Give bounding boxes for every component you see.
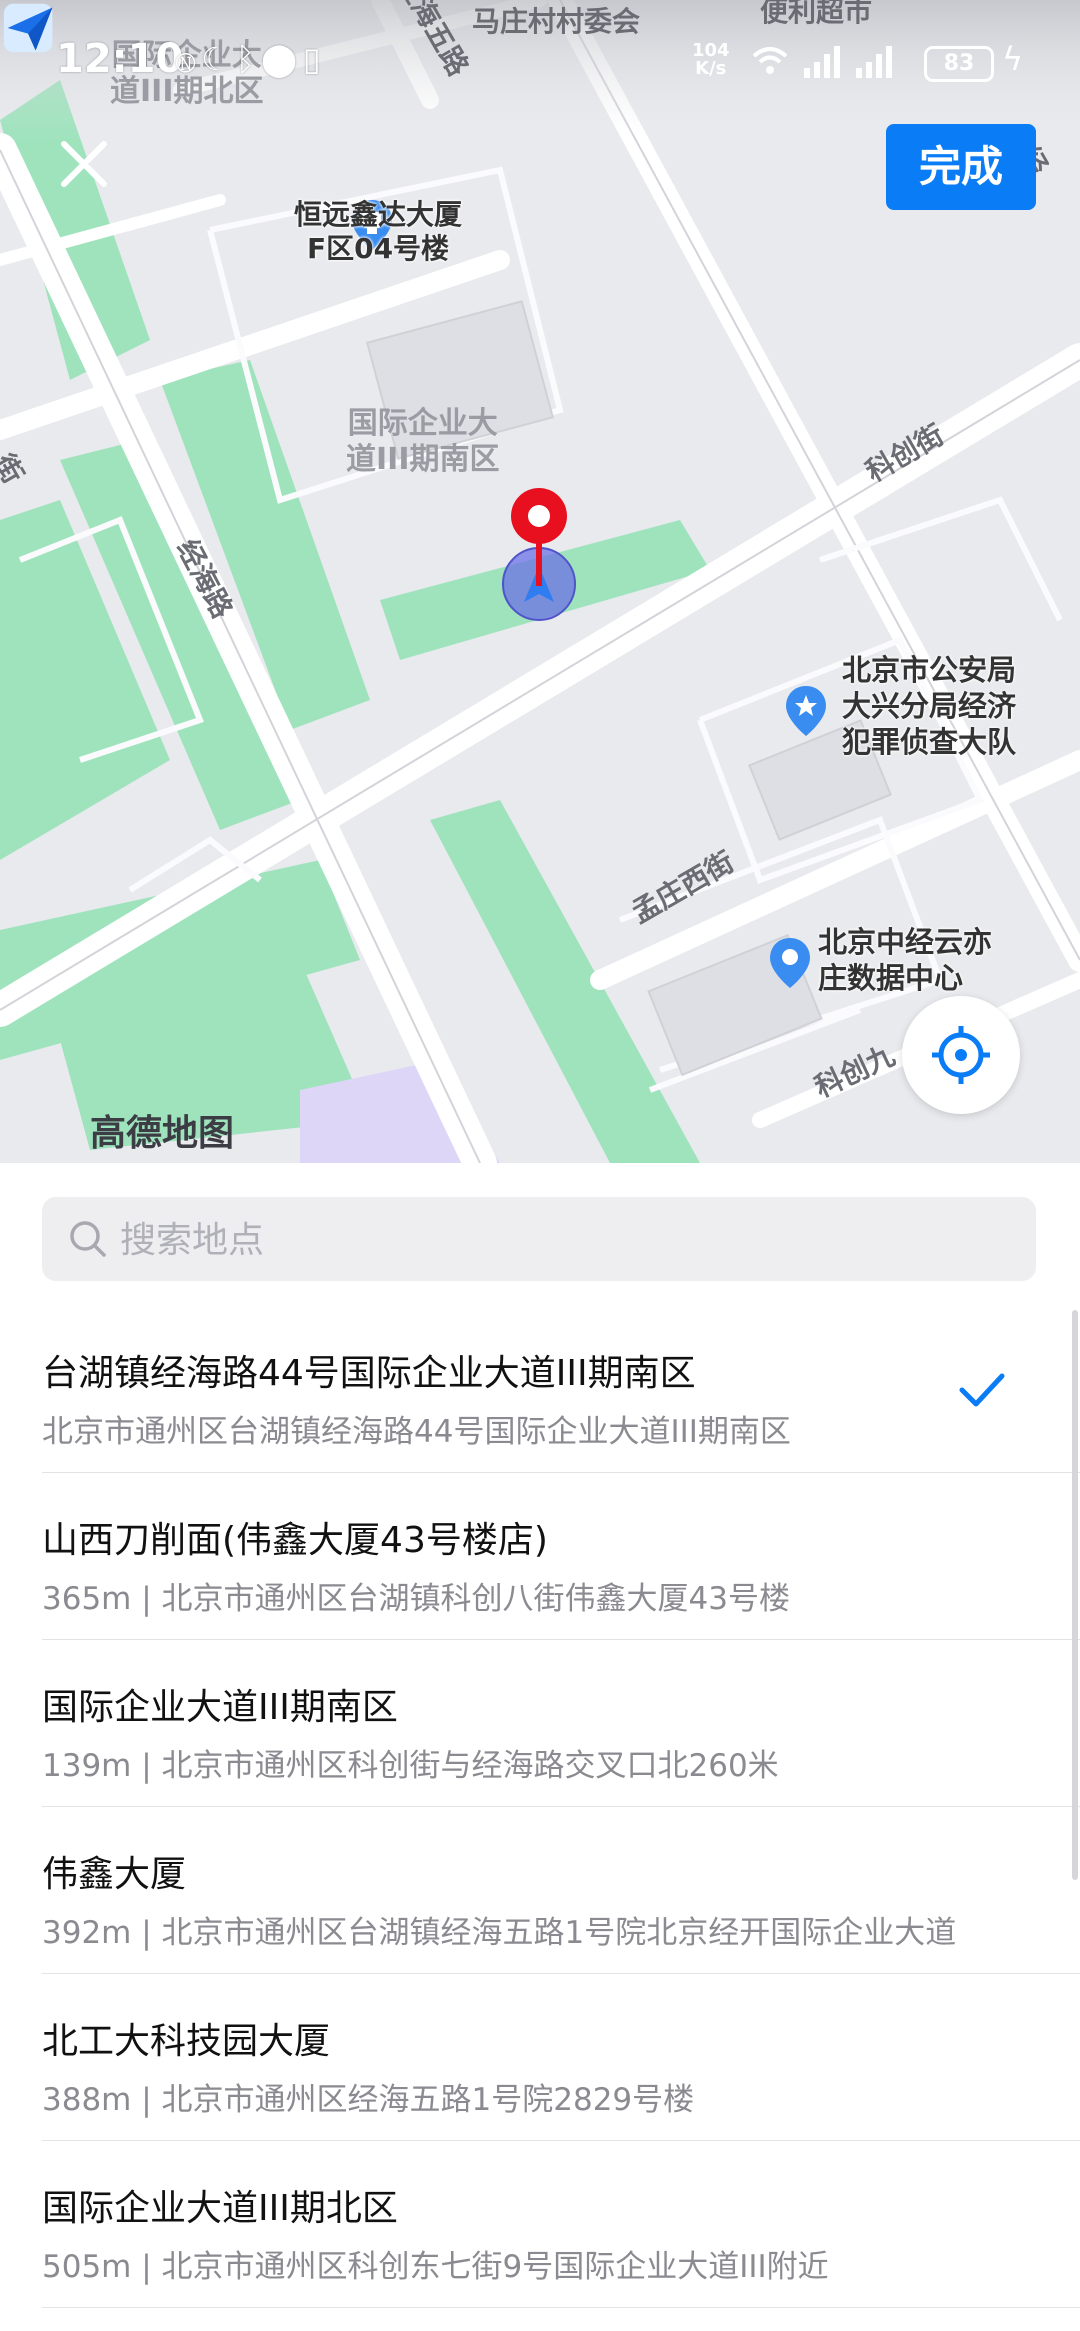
search-icon bbox=[70, 1221, 106, 1257]
location-pin-icon bbox=[770, 938, 810, 988]
checkmark-icon bbox=[959, 1373, 1005, 1407]
search-input[interactable] bbox=[118, 1197, 1002, 1283]
status-bar: 12:10 Ⓝ☾ᛒ⬤▯ 104 K/s 83 ϟ bbox=[0, 0, 1080, 120]
network-speed-unit: K/s bbox=[695, 58, 727, 79]
list-item[interactable]: 山西刀削面(伟鑫大厦43号楼店) 365m | 北京市通州区台湖镇科创八街伟鑫大… bbox=[42, 1473, 1080, 1640]
status-time: 12:10 bbox=[56, 36, 184, 82]
list-item-title: 北工大科技园大厦 bbox=[42, 2021, 331, 2062]
list-item[interactable]: 台湖镇经海路44号国际企业大道III期南区 北京市通州区台湖镇经海路44号国际企… bbox=[42, 1306, 1080, 1473]
list-item-title: 国际企业大道III期南区 bbox=[42, 1687, 398, 1728]
list-item-subtitle: 388m | 北京市通州区经海五路1号院2829号楼 bbox=[42, 2082, 695, 2118]
bluetooth-icon: ᛒ bbox=[235, 40, 262, 78]
list-item-subtitle: 505m | 北京市通州区科创东七街9号国际企业大道III附近 bbox=[42, 2249, 829, 2285]
crosshair-icon bbox=[932, 1026, 990, 1084]
battery-indicator: 83 bbox=[924, 46, 994, 82]
status-left-icons: Ⓝ☾ᛒ⬤▯ bbox=[176, 40, 327, 78]
selected-location-pin-icon bbox=[502, 488, 576, 621]
list-item-subtitle: 392m | 北京市通州区台湖镇经海五路1号院北京经开国际企业大道 bbox=[42, 1915, 957, 1951]
done-button[interactable]: 完成 bbox=[886, 124, 1036, 210]
list-item[interactable]: 国际企业大道III期北区 505m | 北京市通州区科创东七街9号国际企业大道I… bbox=[42, 2141, 1080, 2308]
poi-police-label: 北京市公安局 大兴分局经济 犯罪侦查大队 bbox=[842, 653, 1017, 759]
signal-icons bbox=[752, 46, 892, 78]
area-label-south: 国际企业大 道III期南区 bbox=[346, 406, 500, 477]
vibrate-icon: ▯ bbox=[302, 40, 327, 78]
list-item-subtitle: 365m | 北京市通州区台湖镇科创八街伟鑫大厦43号楼 bbox=[42, 1581, 790, 1617]
close-icon bbox=[61, 141, 107, 187]
nfc-icon: Ⓝ bbox=[176, 40, 202, 78]
list-item-title: 山西刀削面(伟鑫大厦43号楼店) bbox=[42, 1520, 548, 1561]
list-item[interactable]: 国际企业大道III期南区 139m | 北京市通州区科创街与经海路交叉口北260… bbox=[42, 1640, 1080, 1807]
list-item-subtitle: 北京市通州区台湖镇经海路44号国际企业大道III期南区 bbox=[42, 1414, 791, 1450]
list-item-subtitle: 139m | 北京市通州区科创街与经海路交叉口北260米 bbox=[42, 1748, 779, 1784]
list-item[interactable]: 北工大科技园大厦 388m | 北京市通州区经海五路1号院2829号楼 bbox=[42, 1974, 1080, 2141]
dnd-icon: ☾ bbox=[201, 40, 236, 78]
list-scrollbar[interactable] bbox=[1072, 1310, 1078, 1880]
result-list[interactable]: 台湖镇经海路44号国际企业大道III期南区 北京市通州区台湖镇经海路44号国际企… bbox=[0, 1306, 1080, 2308]
police-pin-icon bbox=[786, 686, 826, 736]
list-item-title: 台湖镇经海路44号国际企业大道III期南区 bbox=[42, 1353, 696, 1394]
charging-icon: ϟ bbox=[1002, 40, 1024, 78]
list-item-title: 伟鑫大厦 bbox=[42, 1854, 187, 1895]
network-speed: 104 K/s bbox=[692, 42, 730, 78]
locate-me-button[interactable] bbox=[902, 996, 1020, 1114]
poi-hengyuan[interactable]: 恒远鑫达大厦 F区04号楼 bbox=[278, 198, 478, 266]
list-item-title: 国际企业大道III期北区 bbox=[42, 2188, 398, 2229]
close-button[interactable] bbox=[52, 132, 116, 196]
wifi-icon bbox=[752, 47, 788, 64]
cellular-signal-icon bbox=[804, 46, 892, 78]
amap-logo-text: 高德地图 bbox=[90, 1113, 235, 1154]
search-bar[interactable] bbox=[42, 1197, 1036, 1283]
location-icon: ⬤ bbox=[261, 40, 303, 78]
list-item[interactable]: 伟鑫大厦 392m | 北京市通州区台湖镇经海五路1号院北京经开国际企业大道 bbox=[42, 1807, 1080, 1974]
poi-datacenter-label: 北京中经云亦 庄数据中心 bbox=[818, 925, 993, 995]
poi-hengyuan-label: 恒远鑫达大厦 F区04号楼 bbox=[293, 198, 462, 265]
